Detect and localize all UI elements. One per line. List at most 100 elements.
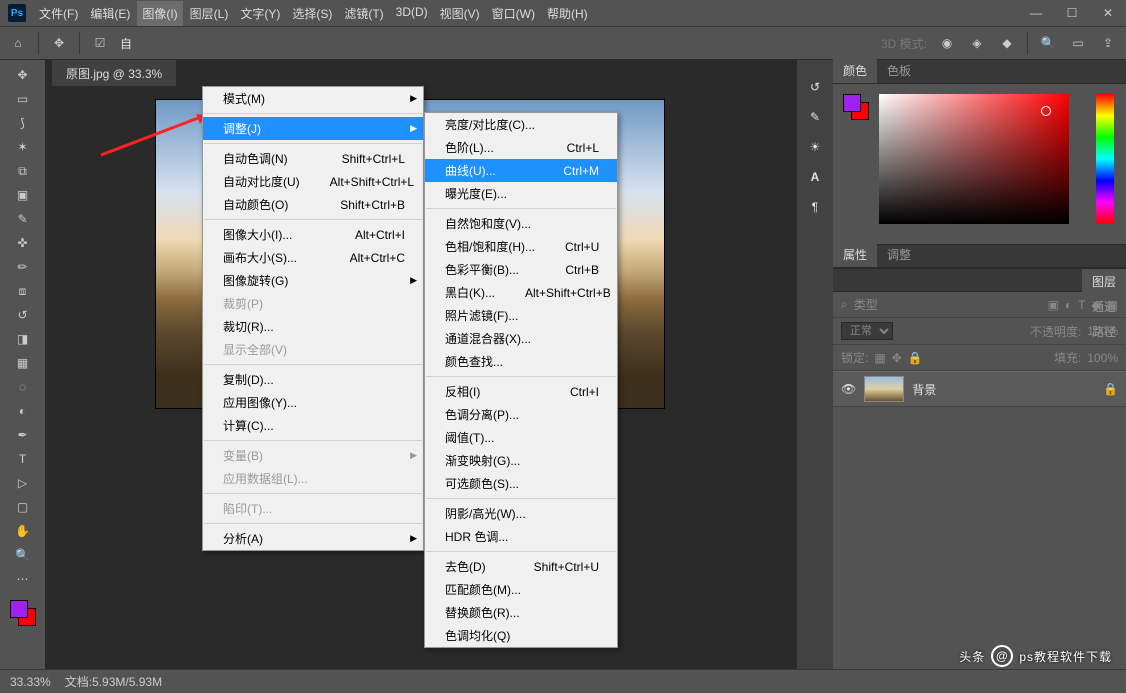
blend-mode-select[interactable]: 正常 xyxy=(841,322,893,340)
window-minimize-button[interactable]: — xyxy=(1018,0,1054,26)
menu-item-threshold[interactable]: 阈值(T)... xyxy=(425,426,617,449)
tab-properties[interactable]: 属性 xyxy=(833,242,877,267)
menu-item-adjustments[interactable]: 调整(J) xyxy=(203,117,423,140)
path-select-tool[interactable]: ▷ xyxy=(9,472,37,494)
character-panel-icon[interactable]: A xyxy=(811,170,820,184)
3d-icon-c[interactable]: ◆ xyxy=(997,33,1017,53)
menu-item-photo-filter[interactable]: 照片滤镜(F)... xyxy=(425,304,617,327)
paragraph-panel-icon[interactable]: ¶ xyxy=(812,200,818,214)
rectangle-tool[interactable]: ▢ xyxy=(9,496,37,518)
tab-adjustments[interactable]: 调整 xyxy=(877,242,921,267)
menu-item-curves[interactable]: 曲线(U)...Ctrl+M xyxy=(425,159,617,182)
more-tools[interactable]: ⋯ xyxy=(9,568,37,590)
layer-name[interactable]: 背景 xyxy=(912,381,936,398)
menu-help[interactable]: 帮助(H) xyxy=(542,1,593,26)
crop-tool[interactable]: ⧉ xyxy=(9,160,37,182)
menu-item-black-white[interactable]: 黑白(K)...Alt+Shift+Ctrl+B xyxy=(425,281,617,304)
menu-layer[interactable]: 图层(L) xyxy=(185,1,234,26)
menu-window[interactable]: 窗口(W) xyxy=(487,1,540,26)
panel-color-swatches[interactable] xyxy=(843,94,871,122)
menu-item-brightness-contrast[interactable]: 亮度/对比度(C)... xyxy=(425,113,617,136)
3d-icon-a[interactable]: ◉ xyxy=(937,33,957,53)
filter-smart-icon[interactable]: ▦ xyxy=(1107,298,1118,312)
filter-adjust-icon[interactable]: ◐ xyxy=(1065,298,1072,312)
menu-item-channel-mixer[interactable]: 通道混合器(X)... xyxy=(425,327,617,350)
menu-item-hue-saturation[interactable]: 色相/饱和度(H)...Ctrl+U xyxy=(425,235,617,258)
menu-filter[interactable]: 滤镜(T) xyxy=(339,1,388,26)
filter-type-icon[interactable]: T xyxy=(1078,298,1085,312)
history-brush-tool[interactable]: ↺ xyxy=(9,304,37,326)
menu-item-trim[interactable]: 裁切(R)... xyxy=(203,315,423,338)
menu-item-shadows-highlights[interactable]: 阴影/高光(W)... xyxy=(425,502,617,525)
menu-item-color-lookup[interactable]: 颜色查找... xyxy=(425,350,617,373)
menu-item-color-balance[interactable]: 色彩平衡(B)...Ctrl+B xyxy=(425,258,617,281)
menu-type[interactable]: 文字(Y) xyxy=(235,1,285,26)
lasso-tool[interactable]: ⟆ xyxy=(9,112,37,134)
pen-tool[interactable]: ✒ xyxy=(9,424,37,446)
lock-position-icon[interactable]: ✥ xyxy=(892,351,902,365)
menu-item-apply-image[interactable]: 应用图像(Y)... xyxy=(203,391,423,414)
menu-item-calculations[interactable]: 计算(C)... xyxy=(203,414,423,437)
blur-tool[interactable]: ◌ xyxy=(9,376,37,398)
move-tool[interactable]: ✥ xyxy=(9,64,37,86)
tab-color[interactable]: 颜色 xyxy=(833,58,877,83)
menu-select[interactable]: 选择(S) xyxy=(287,1,337,26)
menu-item-image-rotation[interactable]: 图像旋转(G) xyxy=(203,269,423,292)
eraser-tool[interactable]: ◨ xyxy=(9,328,37,350)
marquee-tool[interactable]: ▭ xyxy=(9,88,37,110)
menu-item-analysis[interactable]: 分析(A) xyxy=(203,527,423,550)
brush-tool[interactable]: ✏ xyxy=(9,256,37,278)
menu-item-auto-color[interactable]: 自动颜色(O)Shift+Ctrl+B xyxy=(203,193,423,216)
hand-tool[interactable]: ✋ xyxy=(9,520,37,542)
auto-select-checkbox[interactable]: ☑ xyxy=(90,33,110,53)
layer-visibility-icon[interactable]: 👁 xyxy=(841,382,856,396)
menu-item-mode[interactable]: 模式(M) xyxy=(203,87,423,110)
dodge-tool[interactable]: ◐ xyxy=(9,400,37,422)
lock-pixels-icon[interactable]: ▦ xyxy=(874,351,885,365)
search-icon[interactable]: 🔍 xyxy=(1038,33,1058,53)
magic-wand-tool[interactable]: ✶ xyxy=(9,136,37,158)
menu-file[interactable]: 文件(F) xyxy=(34,1,83,26)
share-icon[interactable]: ⇪ xyxy=(1098,33,1118,53)
menu-item-match-color[interactable]: 匹配颜色(M)... xyxy=(425,578,617,601)
menu-3d[interactable]: 3D(D) xyxy=(391,1,433,26)
menu-item-auto-contrast[interactable]: 自动对比度(U)Alt+Shift+Ctrl+L xyxy=(203,170,423,193)
eyedropper-tool[interactable]: ✎ xyxy=(9,208,37,230)
move-tool-icon[interactable]: ✥ xyxy=(49,33,69,53)
panel-foreground-swatch[interactable] xyxy=(843,94,861,112)
foreground-color-swatch[interactable] xyxy=(10,600,28,618)
brush-panel-icon[interactable]: ✎ xyxy=(810,110,820,124)
menu-image[interactable]: 图像(I) xyxy=(137,1,182,26)
clone-stamp-tool[interactable]: ⧈ xyxy=(9,280,37,302)
color-picker-field[interactable] xyxy=(879,94,1069,224)
menu-item-hdr-toning[interactable]: HDR 色调... xyxy=(425,525,617,548)
healing-brush-tool[interactable]: ✜ xyxy=(9,232,37,254)
adjustments-panel-icon[interactable]: ☀ xyxy=(810,140,821,154)
document-tab[interactable]: 原图.jpg @ 33.3% xyxy=(52,60,176,86)
menu-item-duplicate[interactable]: 复制(D)... xyxy=(203,368,423,391)
workspace-icon[interactable]: ▭ xyxy=(1068,33,1088,53)
menu-item-image-size[interactable]: 图像大小(I)...Alt+Ctrl+I xyxy=(203,223,423,246)
lock-all-icon[interactable]: 🔒 xyxy=(908,351,923,365)
menu-item-selective-color[interactable]: 可选颜色(S)... xyxy=(425,472,617,495)
menu-item-auto-tone[interactable]: 自动色调(N)Shift+Ctrl+L xyxy=(203,147,423,170)
menu-edit[interactable]: 编辑(E) xyxy=(85,1,135,26)
menu-item-levels[interactable]: 色阶(L)...Ctrl+L xyxy=(425,136,617,159)
filter-shape-icon[interactable]: ◆ xyxy=(1091,298,1100,312)
hue-strip[interactable] xyxy=(1096,94,1114,224)
3d-icon-b[interactable]: ◈ xyxy=(967,33,987,53)
status-doc-info[interactable]: 文档:5.93M/5.93M xyxy=(65,673,162,690)
window-close-button[interactable]: ✕ xyxy=(1090,0,1126,26)
fill-value[interactable]: 100% xyxy=(1087,351,1118,365)
window-maximize-button[interactable]: ☐ xyxy=(1054,0,1090,26)
menu-item-exposure[interactable]: 曝光度(E)... xyxy=(425,182,617,205)
zoom-tool[interactable]: 🔍 xyxy=(9,544,37,566)
status-zoom[interactable]: 33.33% xyxy=(10,675,51,689)
menu-item-invert[interactable]: 反相(I)Ctrl+I xyxy=(425,380,617,403)
menu-item-replace-color[interactable]: 替换颜色(R)... xyxy=(425,601,617,624)
layer-row-background[interactable]: 👁 背景 🔒 xyxy=(833,371,1126,407)
menu-view[interactable]: 视图(V) xyxy=(435,1,485,26)
opacity-value[interactable]: 100% xyxy=(1087,324,1118,338)
frame-tool[interactable]: ▣ xyxy=(9,184,37,206)
filter-pixel-icon[interactable]: ▣ xyxy=(1047,298,1058,312)
